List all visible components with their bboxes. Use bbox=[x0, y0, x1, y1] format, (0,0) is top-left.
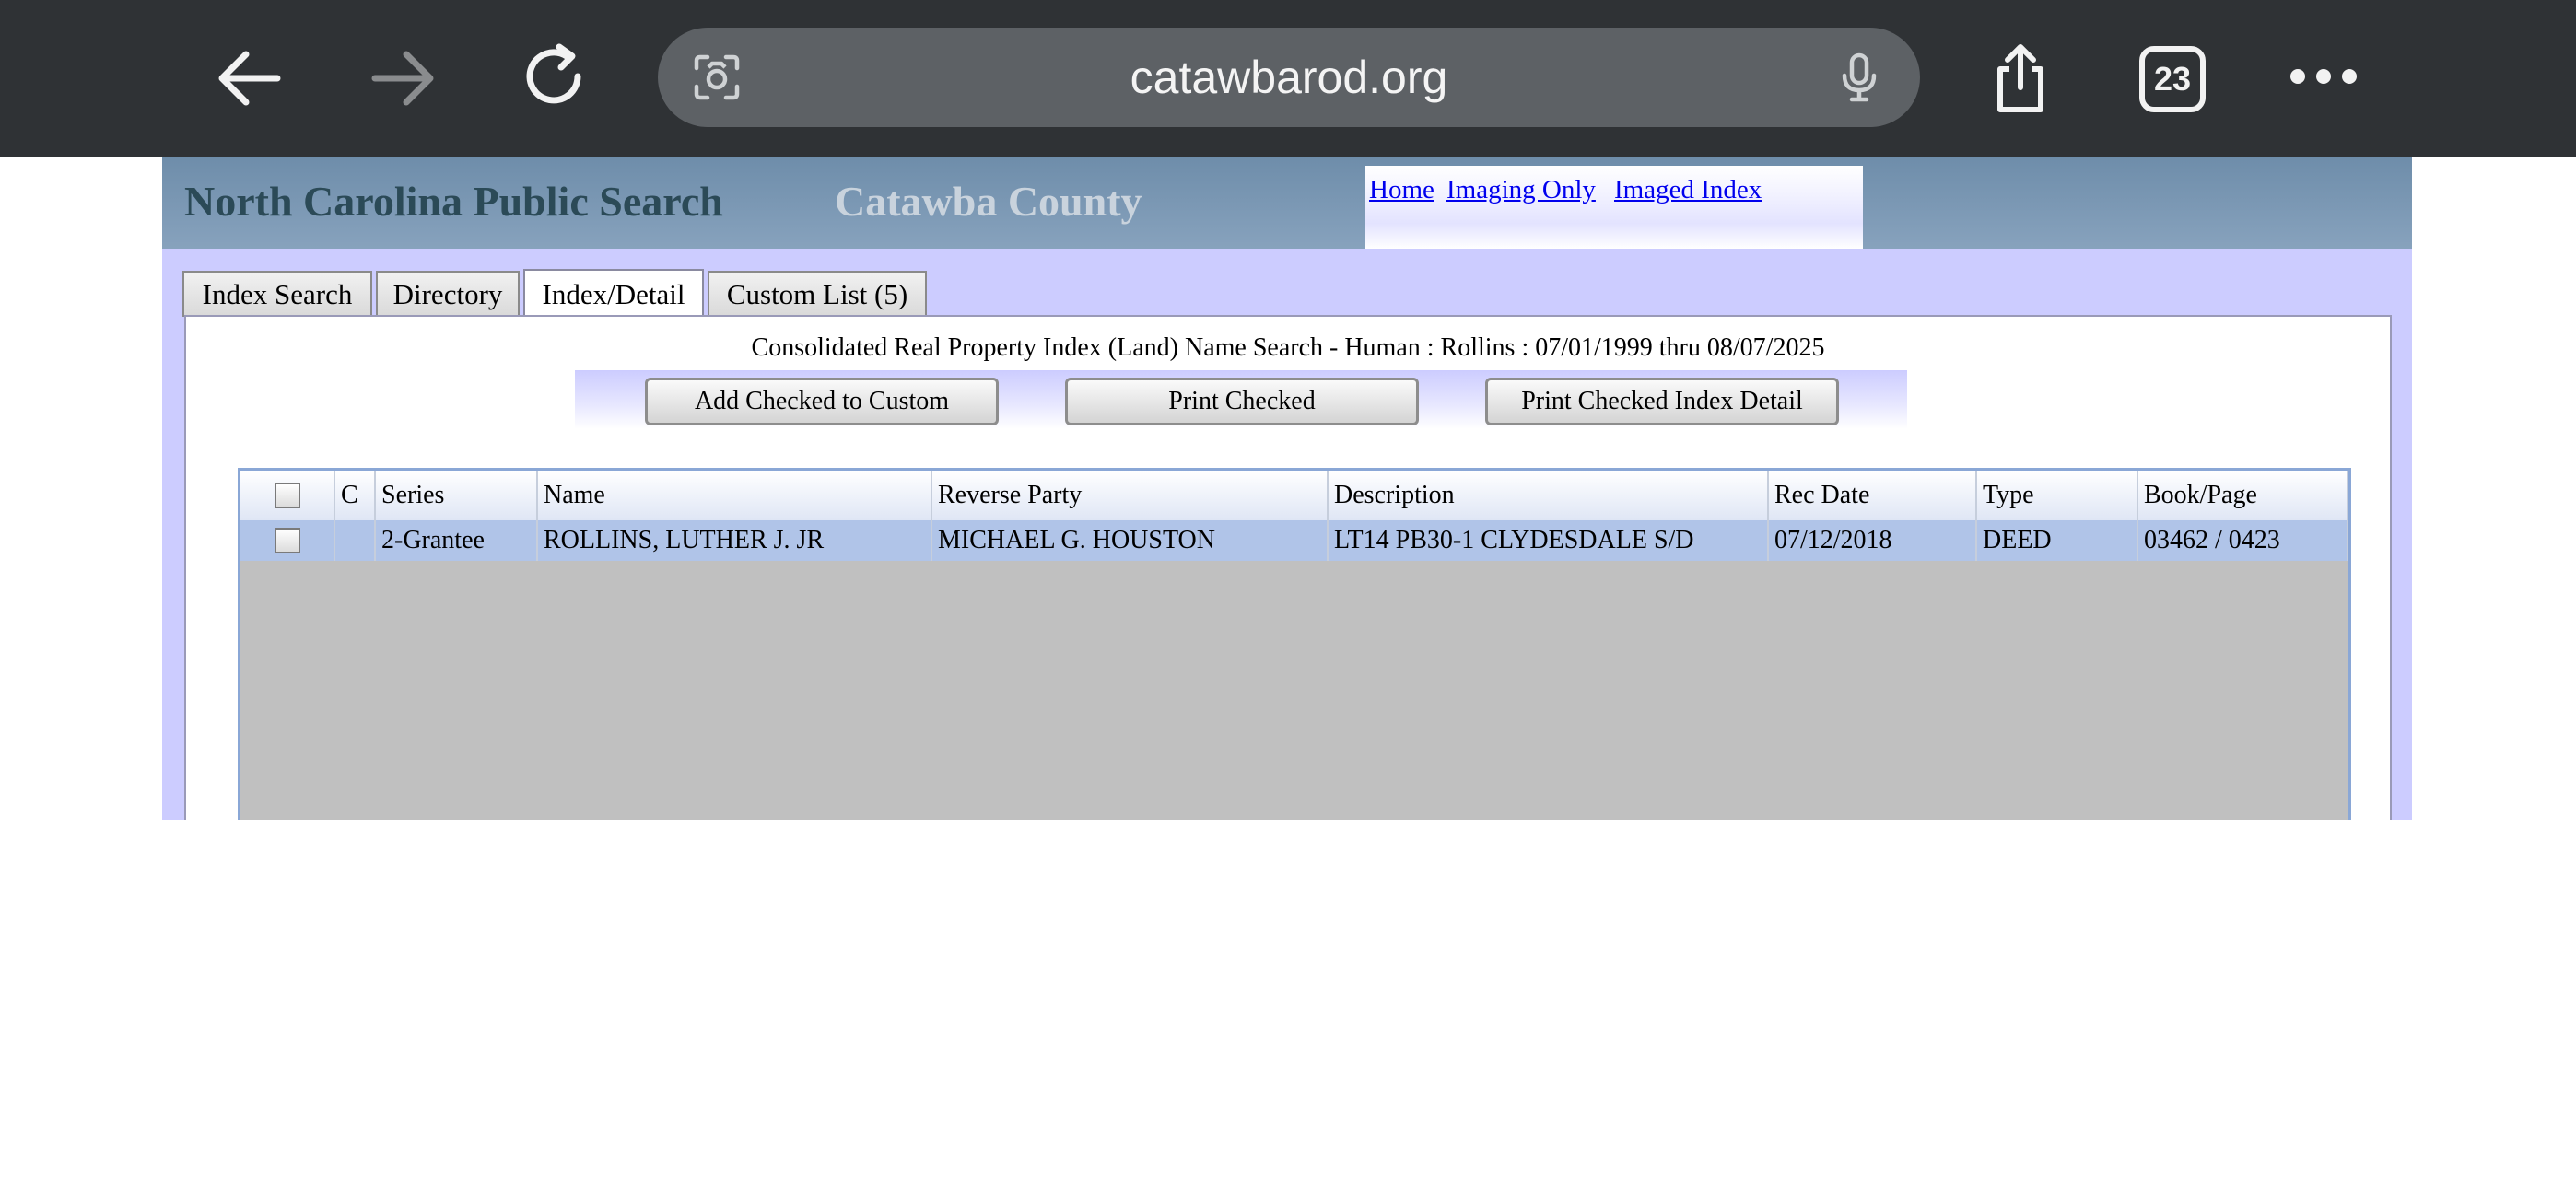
tab-switcher-button[interactable]: 23 bbox=[2139, 46, 2206, 112]
column-header-type[interactable]: Type bbox=[1976, 471, 2138, 520]
home-link[interactable]: Home bbox=[1369, 175, 1434, 205]
column-header-rec-date[interactable]: Rec Date bbox=[1768, 471, 1977, 520]
cell-rec-date: 07/12/2018 bbox=[1768, 520, 1977, 561]
tab-index-search[interactable]: Index Search bbox=[182, 271, 372, 317]
imaging-only-link[interactable]: Imaging Only bbox=[1446, 175, 1596, 205]
print-checked-index-detail-button[interactable]: Print Checked Index Detail bbox=[1485, 378, 1839, 425]
tab-index-detail[interactable]: Index/Detail bbox=[523, 269, 704, 319]
column-header-book-page[interactable]: Book/Page bbox=[2137, 471, 2348, 520]
site-banner: North Carolina Public Search Catawba Cou… bbox=[162, 157, 2412, 249]
cell-type: DEED bbox=[1976, 520, 2138, 561]
cell-name[interactable]: ROLLINS, LUTHER J. JR bbox=[537, 520, 932, 561]
print-checked-button[interactable]: Print Checked bbox=[1065, 378, 1419, 425]
row-select-cell bbox=[240, 520, 335, 561]
column-header-reverse-party[interactable]: Reverse Party bbox=[931, 471, 1329, 520]
column-header-series[interactable]: Series bbox=[375, 471, 538, 520]
url-text[interactable]: catawbarod.org bbox=[658, 28, 1920, 127]
share-button[interactable] bbox=[1979, 37, 2062, 120]
tab-directory[interactable]: Directory bbox=[376, 271, 520, 317]
cell-series: 2-Grantee bbox=[375, 520, 538, 561]
results-grid: C Series Name Reverse Party Description … bbox=[238, 468, 2351, 820]
search-summary: Consolidated Real Property Index (Land) … bbox=[751, 333, 1825, 362]
reload-button[interactable] bbox=[514, 37, 597, 120]
forward-button[interactable] bbox=[361, 37, 444, 120]
add-checked-to-custom-button[interactable]: Add Checked to Custom bbox=[645, 378, 999, 425]
share-icon bbox=[1997, 44, 2043, 112]
cell-description: LT14 PB30-1 CLYDESDALE S/D bbox=[1328, 520, 1769, 561]
site-nav-links: Home Imaging Only Imaged Index bbox=[1365, 166, 1863, 249]
select-all-cell bbox=[240, 471, 335, 520]
cell-book-page[interactable]: 03462 / 0423 bbox=[2137, 520, 2348, 561]
select-all-checkbox[interactable] bbox=[274, 483, 300, 508]
reload-icon bbox=[526, 43, 581, 104]
column-header-name[interactable]: Name bbox=[537, 471, 932, 520]
back-arrow-icon bbox=[218, 51, 281, 106]
action-button-bar: Add Checked to Custom Print Checked Prin… bbox=[575, 370, 1907, 429]
imaged-index-link[interactable]: Imaged Index bbox=[1614, 175, 1762, 205]
row-checkbox[interactable] bbox=[274, 528, 300, 553]
site-title: North Carolina Public Search bbox=[184, 178, 723, 225]
tab-custom-list[interactable]: Custom List (5) bbox=[708, 271, 927, 317]
column-header-c[interactable]: C bbox=[334, 471, 376, 520]
cell-c bbox=[334, 520, 376, 561]
microphone-icon[interactable] bbox=[1832, 50, 1887, 105]
web-page: North Carolina Public Search Catawba Cou… bbox=[162, 157, 2412, 820]
forward-arrow-icon bbox=[371, 51, 434, 106]
back-button[interactable] bbox=[208, 37, 291, 120]
county-name: Catawba County bbox=[835, 178, 1142, 225]
cell-reverse-party: MICHAEL G. HOUSTON bbox=[931, 520, 1329, 561]
table-row[interactable]: 2-Grantee ROLLINS, LUTHER J. JR MICHAEL … bbox=[240, 520, 2348, 561]
results-panel: Consolidated Real Property Index (Land) … bbox=[184, 315, 2392, 820]
browser-toolbar: catawbarod.org 23 bbox=[0, 0, 2576, 157]
column-header-description[interactable]: Description bbox=[1328, 471, 1769, 520]
grid-header-row: C Series Name Reverse Party Description … bbox=[240, 471, 2348, 520]
more-menu-icon[interactable] bbox=[2290, 69, 2357, 87]
address-bar[interactable]: catawbarod.org bbox=[658, 28, 1920, 127]
